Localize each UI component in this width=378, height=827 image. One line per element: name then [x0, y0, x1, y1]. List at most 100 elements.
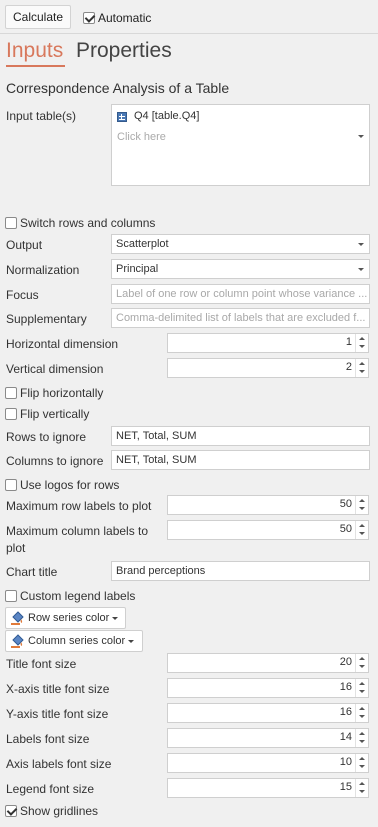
horizontal-dimension-value[interactable]: 1	[346, 336, 352, 348]
axis-labels-font-size-value[interactable]: 10	[340, 756, 352, 768]
use-logos-checkbox[interactable]: Use logos for rows	[5, 477, 119, 492]
flip-vertically-checkbox[interactable]: Flip vertically	[5, 406, 90, 421]
input-table-item[interactable]: Q4 [table.Q4]	[134, 110, 199, 122]
y-axis-title-font-size-label: Y-axis title font size	[6, 707, 109, 721]
checkbox-icon[interactable]	[83, 11, 95, 24]
checkbox-icon[interactable]	[5, 804, 17, 817]
show-gridlines-checkbox[interactable]: Show gridlines	[5, 803, 98, 818]
rows-to-ignore-input[interactable]: NET, Total, SUM	[111, 426, 370, 446]
y-axis-title-font-size-value[interactable]: 16	[340, 706, 352, 718]
spin-up-icon[interactable]	[359, 524, 365, 527]
spin-up-icon[interactable]	[359, 362, 365, 365]
spinner[interactable]	[355, 521, 368, 539]
spinner[interactable]	[355, 496, 368, 514]
spinner[interactable]	[355, 754, 368, 772]
spin-up-icon[interactable]	[359, 757, 365, 760]
checkbox-icon[interactable]	[5, 386, 17, 399]
spin-down-icon[interactable]	[359, 790, 365, 793]
input-tables-field[interactable]: Q4 [table.Q4] Click here	[111, 104, 370, 186]
spinner[interactable]	[355, 704, 368, 722]
focus-input[interactable]: Label of one row or column point whose v…	[111, 284, 370, 304]
spinner[interactable]	[355, 359, 368, 377]
spinner[interactable]	[355, 779, 368, 797]
table-icon	[117, 112, 127, 122]
checkbox-icon[interactable]	[5, 216, 17, 229]
title-font-size-value[interactable]: 20	[340, 656, 352, 668]
chart-title-input[interactable]: Brand perceptions	[111, 561, 370, 581]
chevron-down-icon[interactable]	[358, 268, 364, 271]
spinner[interactable]	[355, 334, 368, 352]
horizontal-dimension-label: Horizontal dimension	[6, 337, 119, 351]
normalization-value: Principal	[116, 263, 159, 275]
spin-down-icon[interactable]	[359, 690, 365, 693]
horizontal-dimension-stepper[interactable]: 1	[167, 333, 369, 353]
legend-font-size-stepper[interactable]: 15	[167, 778, 369, 798]
input-tables-label: Input table(s)	[6, 109, 77, 123]
flip-horizontally-checkbox[interactable]: Flip horizontally	[5, 385, 104, 400]
vertical-dimension-label: Vertical dimension	[6, 362, 104, 376]
chevron-down-icon[interactable]	[358, 135, 364, 138]
checkbox-icon[interactable]	[5, 478, 17, 491]
y-axis-title-font-size-stepper[interactable]: 16	[167, 703, 369, 723]
spin-up-icon[interactable]	[359, 732, 365, 735]
chevron-down-icon[interactable]	[358, 243, 364, 246]
max-col-labels-label-line1: Maximum column labels to	[6, 524, 149, 538]
labels-font-size-value[interactable]: 14	[340, 731, 352, 743]
spin-down-icon[interactable]	[359, 715, 365, 718]
flip-horizontally-label: Flip horizontally	[20, 385, 104, 400]
spin-up-icon[interactable]	[359, 707, 365, 710]
spinner[interactable]	[355, 679, 368, 697]
columns-to-ignore-input[interactable]: NET, Total, SUM	[111, 450, 370, 470]
vertical-dimension-stepper[interactable]: 2	[167, 358, 369, 378]
max-row-labels-label: Maximum row labels to plot	[6, 499, 152, 513]
spin-down-icon[interactable]	[359, 507, 365, 510]
paint-bucket-icon	[11, 634, 24, 649]
paint-bucket-icon	[11, 611, 24, 626]
supplementary-label: Supplementary	[6, 312, 87, 326]
checkbox-icon[interactable]	[5, 589, 17, 602]
normalization-select[interactable]: Principal	[111, 259, 370, 279]
max-col-labels-value[interactable]: 50	[340, 523, 352, 535]
checkbox-icon[interactable]	[5, 407, 17, 420]
automatic-label: Automatic	[98, 10, 152, 25]
spin-up-icon[interactable]	[359, 337, 365, 340]
switch-rows-checkbox[interactable]: Switch rows and columns	[5, 215, 155, 230]
max-row-labels-stepper[interactable]: 50	[167, 495, 369, 515]
max-col-labels-stepper[interactable]: 50	[167, 520, 369, 540]
vertical-dimension-value[interactable]: 2	[346, 361, 352, 373]
output-select[interactable]: Scatterplot	[111, 234, 370, 254]
spin-down-icon[interactable]	[359, 345, 365, 348]
custom-legend-checkbox[interactable]: Custom legend labels	[5, 588, 135, 603]
legend-font-size-value[interactable]: 15	[340, 781, 352, 793]
output-value: Scatterplot	[116, 238, 169, 250]
spin-down-icon[interactable]	[359, 665, 365, 668]
spin-down-icon[interactable]	[359, 765, 365, 768]
spin-up-icon[interactable]	[359, 499, 365, 502]
row-series-color-button[interactable]: Row series color	[5, 607, 126, 629]
rows-to-ignore-label: Rows to ignore	[6, 430, 87, 444]
calculate-button[interactable]: Calculate	[5, 5, 71, 29]
spin-up-icon[interactable]	[359, 782, 365, 785]
spinner[interactable]	[355, 654, 368, 672]
supplementary-input[interactable]: Comma-delimited list of labels that are …	[111, 308, 370, 328]
spin-down-icon[interactable]	[359, 370, 365, 373]
spin-down-icon[interactable]	[359, 740, 365, 743]
spin-down-icon[interactable]	[359, 532, 365, 535]
spinner[interactable]	[355, 729, 368, 747]
tab-properties[interactable]: Properties	[76, 38, 172, 64]
automatic-checkbox[interactable]: Automatic	[83, 10, 152, 25]
tab-inputs[interactable]: Inputs	[6, 38, 63, 64]
title-font-size-stepper[interactable]: 20	[167, 653, 369, 673]
x-axis-title-font-size-value[interactable]: 16	[340, 681, 352, 693]
labels-font-size-stepper[interactable]: 14	[167, 728, 369, 748]
input-tables-placeholder[interactable]: Click here	[117, 131, 166, 143]
flip-vertically-label: Flip vertically	[20, 406, 90, 421]
x-axis-title-font-size-stepper[interactable]: 16	[167, 678, 369, 698]
spin-up-icon[interactable]	[359, 657, 365, 660]
axis-labels-font-size-stepper[interactable]: 10	[167, 753, 369, 773]
tab-active-indicator	[6, 65, 65, 67]
max-row-labels-value[interactable]: 50	[340, 498, 352, 510]
column-series-color-button[interactable]: Column series color	[5, 630, 143, 652]
focus-label: Focus	[6, 288, 39, 302]
spin-up-icon[interactable]	[359, 682, 365, 685]
